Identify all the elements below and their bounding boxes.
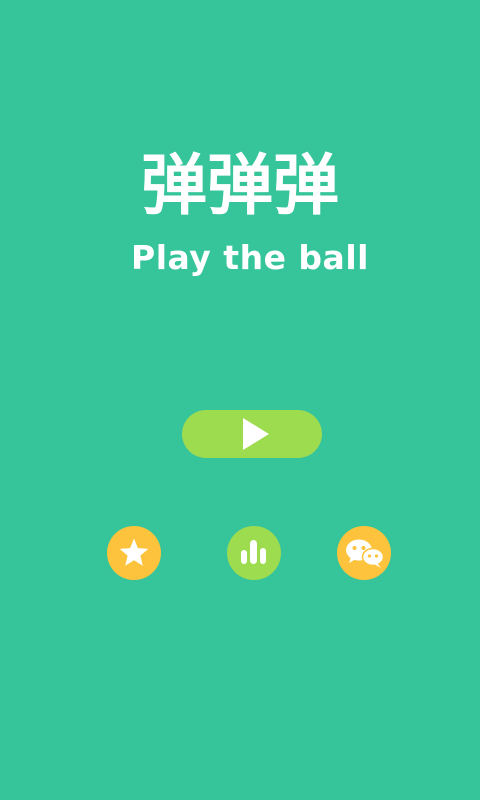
play-button[interactable] [182,410,322,458]
share-wechat-button[interactable] [337,526,391,580]
rate-button[interactable] [107,526,161,580]
leaderboard-button[interactable] [227,526,281,580]
game-title-english: Play the ball [131,238,369,277]
wechat-icon [346,539,385,568]
game-title-chinese: 弹弹弹 [141,147,339,224]
main-menu-screen: 弹弹弹 Play the ball [0,0,480,800]
play-icon [243,418,269,450]
star-icon [119,538,149,566]
bar-chart-icon [241,540,266,564]
